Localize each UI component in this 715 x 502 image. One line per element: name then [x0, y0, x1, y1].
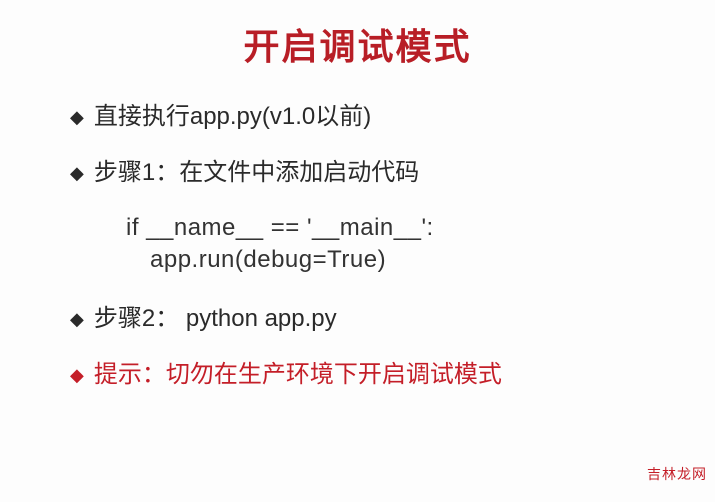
bullet-item: ◆ 步骤2： python app.py	[70, 302, 675, 336]
watermark: 吉林龙网	[647, 464, 707, 484]
bullet-text: 步骤1：在文件中添加启动代码	[94, 156, 419, 190]
bullet-text: 步骤2： python app.py	[94, 302, 337, 336]
code-line: app.run(debug=True)	[150, 244, 675, 276]
diamond-bullet-icon: ◆	[70, 358, 84, 392]
code-line: if __name__ == '__main__':	[126, 212, 675, 244]
bullet-text: 直接执行app.py(v1.0以前)	[94, 100, 371, 134]
bullet-text: 提示：切勿在生产环境下开启调试模式	[94, 358, 502, 392]
slide-content: ◆ 直接执行app.py(v1.0以前) ◆ 步骤1：在文件中添加启动代码 if…	[0, 100, 715, 392]
bullet-item-warning: ◆ 提示：切勿在生产环境下开启调试模式	[70, 358, 675, 392]
diamond-bullet-icon: ◆	[70, 302, 84, 336]
code-block: if __name__ == '__main__': app.run(debug…	[108, 212, 675, 276]
bullet-item: ◆ 步骤1：在文件中添加启动代码	[70, 156, 675, 190]
bullet-item: ◆ 直接执行app.py(v1.0以前)	[70, 100, 675, 134]
diamond-bullet-icon: ◆	[70, 156, 84, 190]
diamond-bullet-icon: ◆	[70, 100, 84, 134]
slide-title: 开启调试模式	[0, 0, 715, 100]
